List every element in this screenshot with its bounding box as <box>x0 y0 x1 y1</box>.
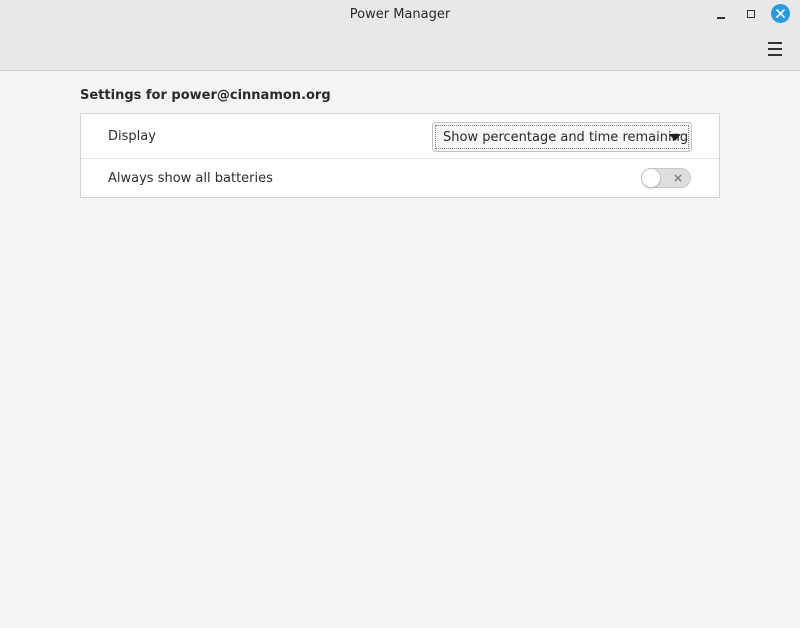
display-combobox-value: Show percentage and time remaining <box>443 130 689 145</box>
minimize-button[interactable] <box>711 4 731 24</box>
power-manager-window: Power Manager Settings for power@cinnamo… <box>0 0 800 628</box>
close-icon <box>776 9 785 18</box>
batteries-row: Always show all batteries × <box>81 159 719 197</box>
toggle-off-icon: × <box>672 171 683 185</box>
window-title: Power Manager <box>349 7 451 22</box>
maximize-icon <box>747 10 755 18</box>
display-row: Display Show percentage and time remaini… <box>81 114 719 159</box>
dropdown-arrow-icon <box>669 134 681 141</box>
batteries-label: Always show all batteries <box>108 171 273 186</box>
toggle-knob <box>641 168 661 188</box>
display-combobox[interactable]: Show percentage and time remaining <box>432 122 692 152</box>
hamburger-menu-icon[interactable] <box>766 41 784 57</box>
maximize-button[interactable] <box>741 4 761 24</box>
batteries-toggle-switch[interactable]: × <box>641 168 691 188</box>
close-button[interactable] <box>771 4 790 23</box>
minimize-icon <box>717 17 725 19</box>
settings-list: Display Show percentage and time remaini… <box>80 113 720 198</box>
headerbar: Power Manager <box>0 0 800 71</box>
section-title: Settings for power@cinnamon.org <box>80 88 331 103</box>
display-label: Display <box>108 129 156 144</box>
